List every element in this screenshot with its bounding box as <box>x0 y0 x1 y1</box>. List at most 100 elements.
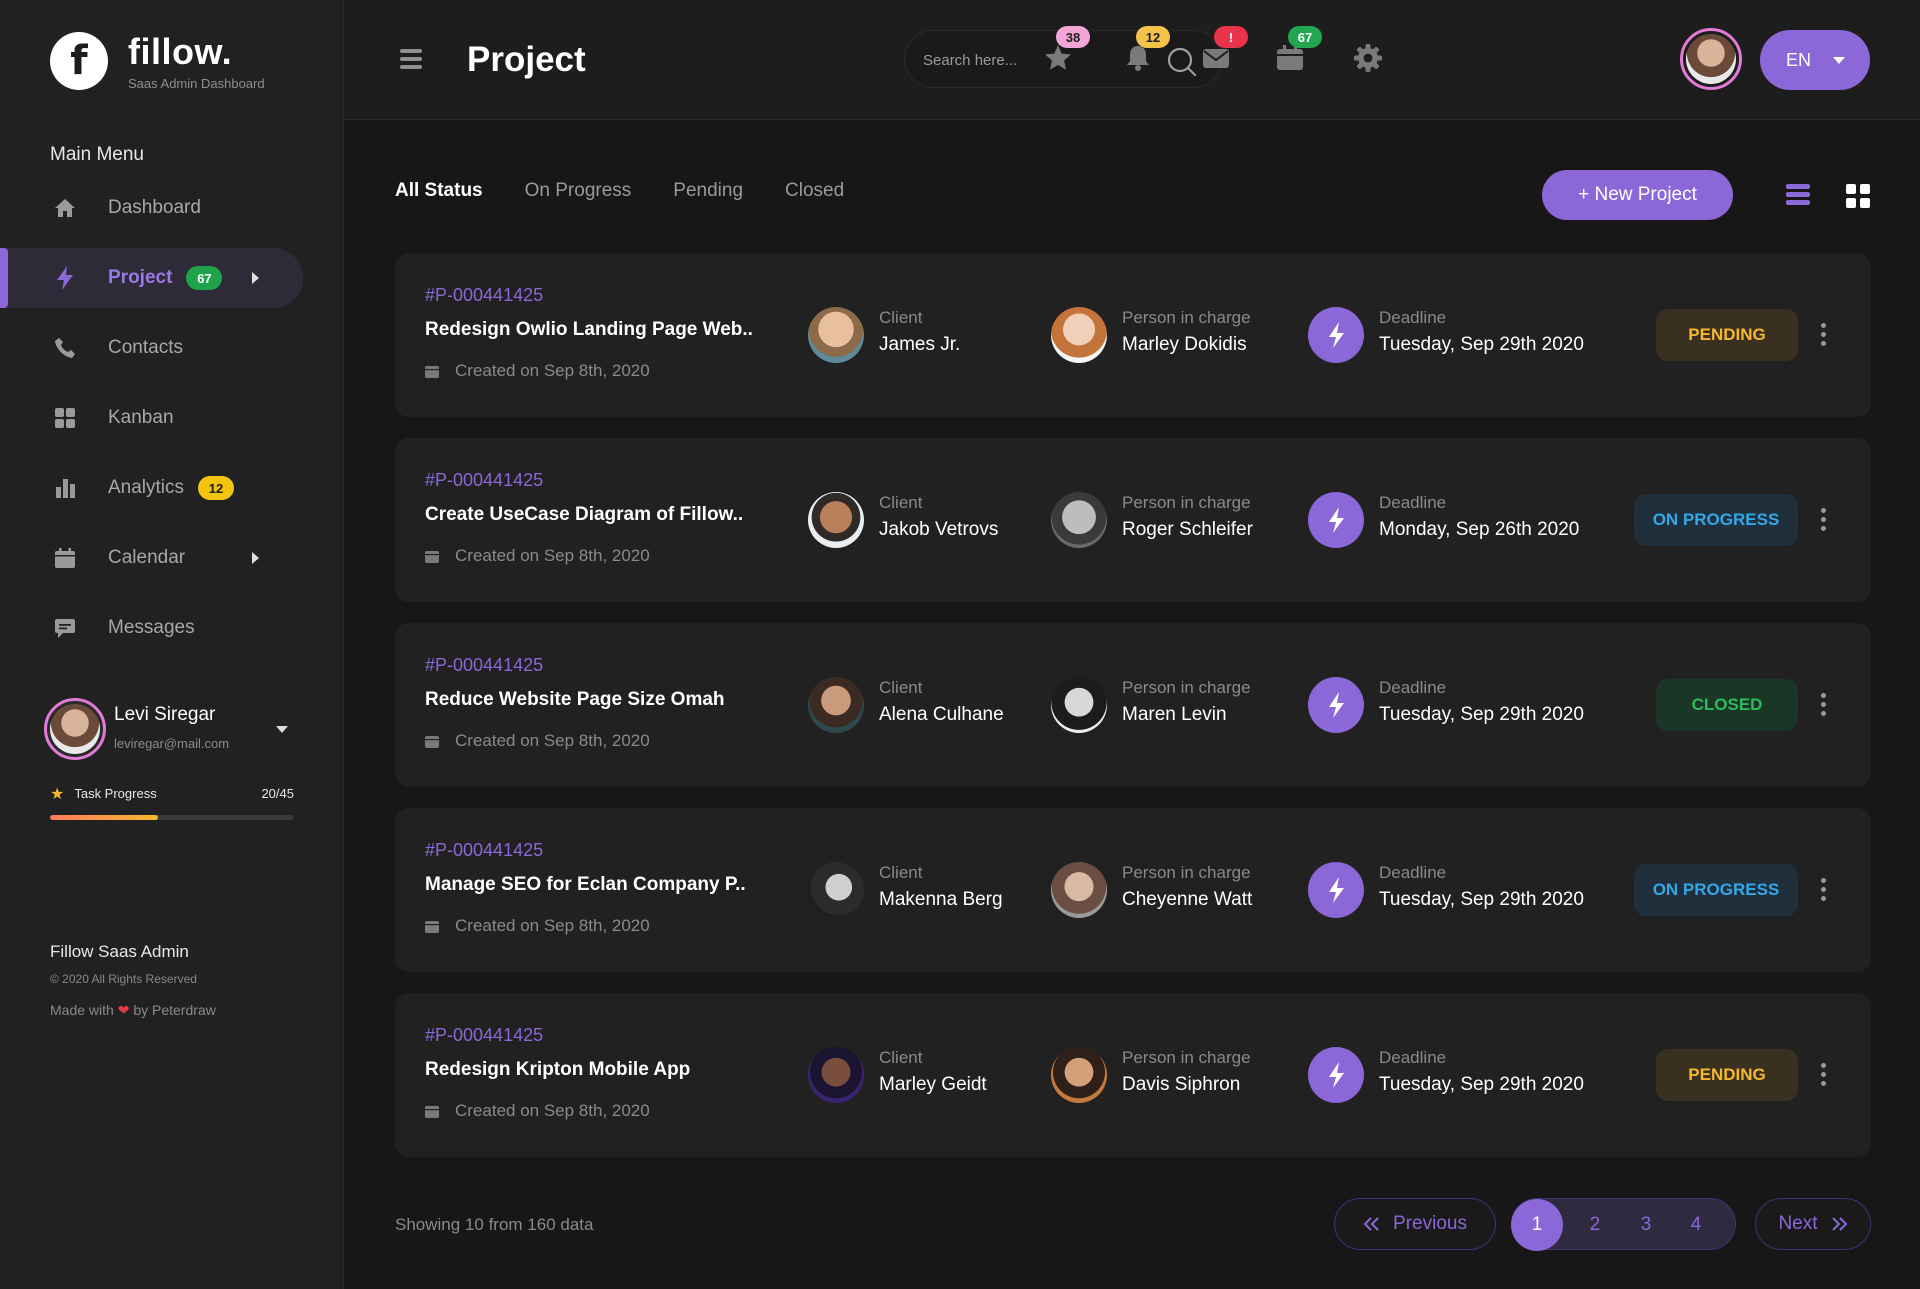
person-avatar <box>1051 492 1107 548</box>
sidebar-item-dashboard[interactable]: Dashboard <box>0 178 344 238</box>
project-created: Created on Sep 8th, 2020 <box>425 731 650 751</box>
top-header: Project 38 12 ! 67 EN <box>344 0 1920 120</box>
bolt-icon <box>52 265 78 291</box>
sidebar-item-analytics[interactable]: Analytics 12 <box>0 458 344 518</box>
client-name: Alena Culhane <box>879 704 1004 725</box>
tab-pending[interactable]: Pending <box>673 180 743 202</box>
more-options-icon[interactable] <box>1821 878 1829 905</box>
project-created: Created on Sep 8th, 2020 <box>425 1101 650 1121</box>
page-1[interactable]: 1 <box>1511 1199 1563 1251</box>
more-options-icon[interactable] <box>1821 693 1829 720</box>
notifications-badge: 12 <box>1136 26 1170 48</box>
previous-button[interactable]: Previous <box>1334 1198 1496 1250</box>
star-icon: ★ <box>50 784 65 803</box>
status-badge: PENDING <box>1656 309 1798 361</box>
page-4[interactable]: 4 <box>1670 1199 1722 1251</box>
project-title[interactable]: Create UseCase Diagram of Fillow.. <box>425 504 743 526</box>
page-2[interactable]: 2 <box>1569 1199 1621 1251</box>
logo-icon: f <box>50 32 108 90</box>
project-created: Created on Sep 8th, 2020 <box>425 916 650 936</box>
more-options-icon[interactable] <box>1821 508 1829 535</box>
brand[interactable]: f fillow. Saas Admin Dashboard <box>50 32 265 91</box>
sidebar-item-label: Project <box>108 267 173 288</box>
pagination-summary: Showing 10 from 160 data <box>395 1215 594 1234</box>
client-name: Jakob Vetrovs <box>879 519 999 540</box>
home-icon <box>52 195 78 221</box>
sidebar-item-project[interactable]: Project 67 <box>0 248 303 308</box>
person-in-charge-name: Cheyenne Watt <box>1122 889 1253 910</box>
created-date: Created on Sep 8th, 2020 <box>455 916 650 935</box>
message-icon <box>52 615 78 641</box>
bolt-icon <box>1308 1047 1364 1103</box>
project-title[interactable]: Redesign Owlio Landing Page Web.. <box>425 319 753 341</box>
project-title[interactable]: Redesign Kripton Mobile App <box>425 1059 690 1081</box>
sidebar-item-messages[interactable]: Messages <box>0 598 344 658</box>
sidebar-item-label: Kanban <box>108 407 174 428</box>
chevron-down-icon[interactable] <box>276 726 288 733</box>
more-options-icon[interactable] <box>1821 323 1829 350</box>
project-card[interactable]: #P-000441425 Redesign Kripton Mobile App… <box>395 993 1871 1157</box>
next-button[interactable]: Next <box>1755 1198 1871 1250</box>
created-date: Created on Sep 8th, 2020 <box>455 546 650 565</box>
created-date: Created on Sep 8th, 2020 <box>455 361 650 380</box>
calendar-icon <box>52 545 78 571</box>
user-avatar[interactable] <box>1680 28 1742 90</box>
project-title[interactable]: Reduce Website Page Size Omah <box>425 689 725 711</box>
status-badge: ON PROGRESS <box>1634 494 1798 546</box>
tab-all-status[interactable]: All Status <box>395 180 483 202</box>
avatar <box>44 698 106 760</box>
gear-icon[interactable] <box>1352 42 1384 74</box>
person-in-charge-label: Person in charge <box>1122 308 1251 327</box>
person-avatar <box>1051 1047 1107 1103</box>
grid-view-icon[interactable] <box>1846 184 1870 208</box>
brand-name: fillow. <box>128 31 233 72</box>
deadline-label: Deadline <box>1379 308 1447 327</box>
project-title[interactable]: Manage SEO for Eclan Company P.. <box>425 874 746 896</box>
person-in-charge-label: Person in charge <box>1122 863 1251 882</box>
sidebar-item-label: Dashboard <box>108 197 201 218</box>
profile-email: leviregar@mail.com <box>114 736 230 751</box>
language-selector[interactable]: EN <box>1760 30 1870 90</box>
project-id: #P-000441425 <box>425 840 544 860</box>
client-avatar <box>808 307 864 363</box>
client-label: Client <box>879 308 923 327</box>
created-date: Created on Sep 8th, 2020 <box>455 731 650 750</box>
sidebar-item-label: Contacts <box>108 337 183 358</box>
tab-on-progress[interactable]: On Progress <box>525 180 632 202</box>
status-badge: CLOSED <box>1656 679 1798 731</box>
sidebar-item-label: Messages <box>108 617 195 638</box>
deadline-label: Deadline <box>1379 1048 1447 1067</box>
sidebar-item-calendar[interactable]: Calendar <box>0 528 344 588</box>
project-list: #P-000441425 Redesign Owlio Landing Page… <box>395 253 1871 1178</box>
project-card[interactable]: #P-000441425 Redesign Owlio Landing Page… <box>395 253 1871 417</box>
task-progress-value: 20/45 <box>261 786 294 801</box>
deadline-date: Tuesday, Sep 29th 2020 <box>1379 334 1584 355</box>
person-in-charge-name: Maren Levin <box>1122 704 1227 725</box>
client-label: Client <box>879 1048 923 1067</box>
project-card[interactable]: #P-000441425 Manage SEO for Eclan Compan… <box>395 808 1871 972</box>
calendar-icon <box>425 921 439 933</box>
more-options-icon[interactable] <box>1821 1063 1829 1090</box>
calendar-icon <box>425 1106 439 1118</box>
new-project-button[interactable]: + New Project <box>1542 170 1733 220</box>
previous-label: Previous <box>1393 1213 1467 1234</box>
person-in-charge-name: Davis Siphron <box>1122 1074 1241 1095</box>
project-created: Created on Sep 8th, 2020 <box>425 546 650 566</box>
project-card[interactable]: #P-000441425 Create UseCase Diagram of F… <box>395 438 1871 602</box>
task-progress-label: Task Progress <box>74 786 157 801</box>
list-view-icon[interactable] <box>1786 184 1810 208</box>
tab-closed[interactable]: Closed <box>785 180 844 202</box>
user-profile[interactable]: Levi Siregar leviregar@mail.com <box>44 698 294 760</box>
bar-chart-icon <box>52 475 78 501</box>
analytics-count-badge: 12 <box>198 476 235 500</box>
project-card[interactable]: #P-000441425 Reduce Website Page Size Om… <box>395 623 1871 787</box>
search-icon[interactable] <box>1167 47 1197 77</box>
sidebar-item-contacts[interactable]: Contacts <box>0 318 344 378</box>
deadline-date: Tuesday, Sep 29th 2020 <box>1379 1074 1584 1095</box>
client-avatar <box>808 492 864 548</box>
person-in-charge-name: Marley Dokidis <box>1122 334 1247 355</box>
page-3[interactable]: 3 <box>1620 1199 1672 1251</box>
main-menu: Dashboard Project 67 Contacts Kanban Ana… <box>0 178 344 668</box>
sidebar-item-kanban[interactable]: Kanban <box>0 388 344 448</box>
menu-toggle-icon[interactable] <box>400 49 422 73</box>
